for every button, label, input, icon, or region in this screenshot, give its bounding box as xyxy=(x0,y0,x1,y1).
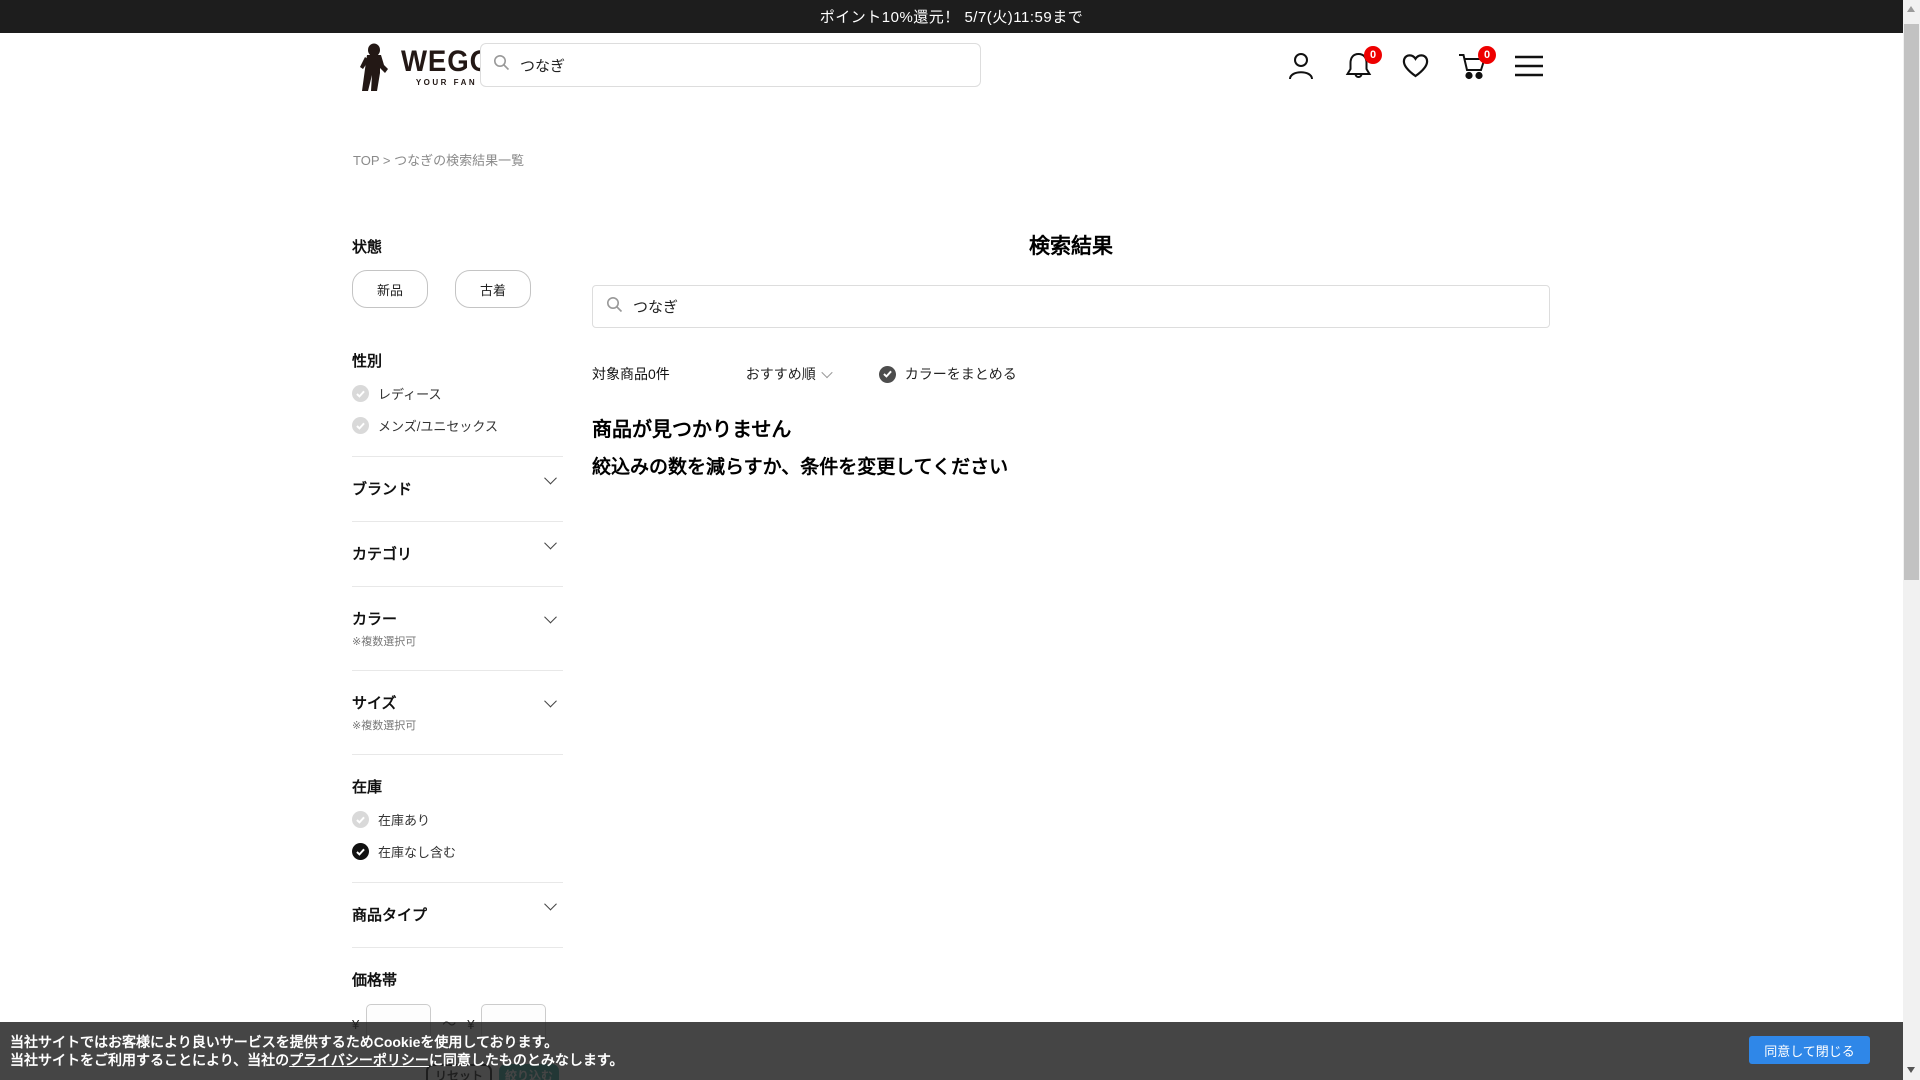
group-colors-label: カラーをまとめる xyxy=(905,364,1017,384)
logo-subtitle: YOUR FAN xyxy=(416,78,477,87)
header-search-input[interactable] xyxy=(520,57,968,74)
scroll-down-arrow-icon[interactable] xyxy=(1907,1067,1915,1073)
stock-option-include-oos[interactable]: 在庫なし含む xyxy=(352,842,563,861)
wego-logo[interactable]: WEGO YOUR FAN xyxy=(357,43,496,98)
privacy-policy-link[interactable]: プライバシーポリシー xyxy=(289,1052,429,1068)
page: ポイント10%還元！ 5/7(火)11:59まで WEGO YOUR FAN xyxy=(0,0,1920,1080)
filter-product-type-title: 商品タイプ xyxy=(352,907,427,924)
wego-mascot-icon xyxy=(357,43,391,98)
promo-banner: ポイント10%還元！ 5/7(火)11:59まで xyxy=(0,0,1903,33)
cookie-text: 当社サイトではお客様により良いサービスを提供するためCookieを使用しておりま… xyxy=(10,1033,624,1069)
vertical-scrollbar[interactable] xyxy=(1903,0,1920,1080)
filter-section-color[interactable]: カラー ※複数選択可 xyxy=(352,587,563,649)
filter-stock-title: 在庫 xyxy=(352,776,563,797)
condition-new-button[interactable]: 新品 xyxy=(352,270,428,308)
chevron-down-icon xyxy=(544,611,557,624)
header-search xyxy=(480,43,981,87)
user-icon xyxy=(1287,51,1315,86)
chevron-down-icon xyxy=(821,367,832,378)
menu-button[interactable] xyxy=(1512,51,1546,85)
cookie-banner: 当社サイトではお客様により良いサービスを提供するためCookieを使用しておりま… xyxy=(0,1022,1903,1080)
filter-color-title: カラー xyxy=(352,611,397,628)
chevron-down-icon xyxy=(544,536,557,549)
condition-options: 新品 古着 xyxy=(352,270,563,308)
favorites-button[interactable] xyxy=(1398,51,1432,85)
cookie-line2-after: に同意したものとみなします。 xyxy=(429,1052,624,1068)
checkbox-unchecked-icon xyxy=(352,385,369,402)
promo-banner-text: ポイント10%還元！ 5/7(火)11:59まで xyxy=(820,6,1083,27)
filter-sidebar: 状態 新品 古着 性別 レディース メンズ/ユニセックス ブランド カテゴリ xyxy=(352,236,563,1080)
cookie-agree-button[interactable]: 同意して閉じる xyxy=(1749,1036,1870,1064)
condition-used-button[interactable]: 古着 xyxy=(455,270,531,308)
gender-option-label: メンズ/ユニセックス xyxy=(378,416,498,435)
filter-color-note: ※複数選択可 xyxy=(352,633,563,649)
filter-section-brand[interactable]: ブランド xyxy=(352,457,563,500)
filter-gender-title: 性別 xyxy=(352,350,563,371)
gender-option-ladies[interactable]: レディース xyxy=(352,384,563,403)
filter-category-title: カテゴリ xyxy=(352,546,412,563)
notification-badge: 0 xyxy=(1364,46,1382,64)
filter-section-product-type[interactable]: 商品タイプ xyxy=(352,883,563,926)
notifications-button[interactable]: 0 xyxy=(1341,51,1375,85)
breadcrumb: TOP > つなぎの検索結果一覧 xyxy=(353,150,524,169)
stock-option-instock[interactable]: 在庫あり xyxy=(352,810,563,829)
checkbox-unchecked-icon xyxy=(352,417,369,434)
filter-price-title: 価格帯 xyxy=(352,969,563,990)
scroll-up-arrow-icon[interactable] xyxy=(1907,6,1915,12)
checkbox-checked-icon xyxy=(352,843,369,860)
gender-option-label: レディース xyxy=(378,384,441,403)
gender-option-mens[interactable]: メンズ/ユニセックス xyxy=(352,416,563,435)
divider xyxy=(352,754,563,755)
filter-section-size[interactable]: サイズ ※複数選択可 xyxy=(352,671,563,733)
hamburger-icon xyxy=(1514,55,1544,82)
filter-size-note: ※複数選択可 xyxy=(352,717,563,733)
result-count: 対象商品0件 xyxy=(592,364,670,384)
search-icon xyxy=(493,54,510,76)
account-button[interactable] xyxy=(1284,51,1318,85)
filter-condition-title: 状態 xyxy=(352,236,563,257)
results-search-input[interactable] xyxy=(633,298,1536,315)
filter-section-category[interactable]: カテゴリ xyxy=(352,522,563,565)
chevron-down-icon xyxy=(544,695,557,708)
cookie-line2: 当社サイトをご利用することにより、当社のプライバシーポリシーに同意したものとみな… xyxy=(10,1051,624,1069)
breadcrumb-current: つなぎの検索結果一覧 xyxy=(394,153,524,168)
breadcrumb-home-link[interactable]: TOP xyxy=(353,153,379,168)
empty-results-message: 商品が見つかりません 絞込みの数を減らすか、条件を変更してください xyxy=(592,413,1550,479)
checkbox-unchecked-icon xyxy=(352,811,369,828)
cart-badge: 0 xyxy=(1478,46,1496,64)
chevron-down-icon xyxy=(544,471,557,484)
header: WEGO YOUR FAN xyxy=(0,33,1903,103)
breadcrumb-separator: > xyxy=(383,153,391,168)
empty-title: 商品が見つかりません xyxy=(592,413,1550,442)
stock-option-label: 在庫あり xyxy=(378,810,430,829)
filter-size-title: サイズ xyxy=(352,695,397,712)
heart-icon xyxy=(1401,52,1430,84)
empty-subtitle: 絞込みの数を減らすか、条件を変更してください xyxy=(592,452,1550,479)
filter-brand-title: ブランド xyxy=(352,481,412,498)
checkbox-checked-icon xyxy=(879,366,896,383)
sort-label: おすすめ順 xyxy=(746,364,816,384)
sort-dropdown[interactable]: おすすめ順 xyxy=(746,364,831,384)
chevron-down-icon xyxy=(544,897,557,910)
logo-title: WEGO xyxy=(401,49,492,75)
scrollbar-thumb[interactable] xyxy=(1904,24,1919,580)
search-icon xyxy=(606,296,623,318)
header-icons: 0 0 xyxy=(1284,33,1546,103)
cookie-line2-before: 当社サイトをご利用することにより、当社の xyxy=(10,1052,289,1068)
cart-button[interactable]: 0 xyxy=(1455,51,1489,85)
results-search xyxy=(592,285,1550,328)
page-title: 検索結果 xyxy=(592,230,1550,260)
search-results-main: 検索結果 対象商品0件 おすすめ順 カラーをまとめる 商 xyxy=(592,230,1550,479)
stock-option-label: 在庫なし含む xyxy=(378,842,456,861)
group-colors-toggle[interactable]: カラーをまとめる xyxy=(879,364,1017,384)
divider xyxy=(352,947,563,948)
cookie-line1: 当社サイトではお客様により良いサービスを提供するためCookieを使用しておりま… xyxy=(10,1033,624,1051)
results-controls: 対象商品0件 おすすめ順 カラーをまとめる xyxy=(592,364,1550,384)
